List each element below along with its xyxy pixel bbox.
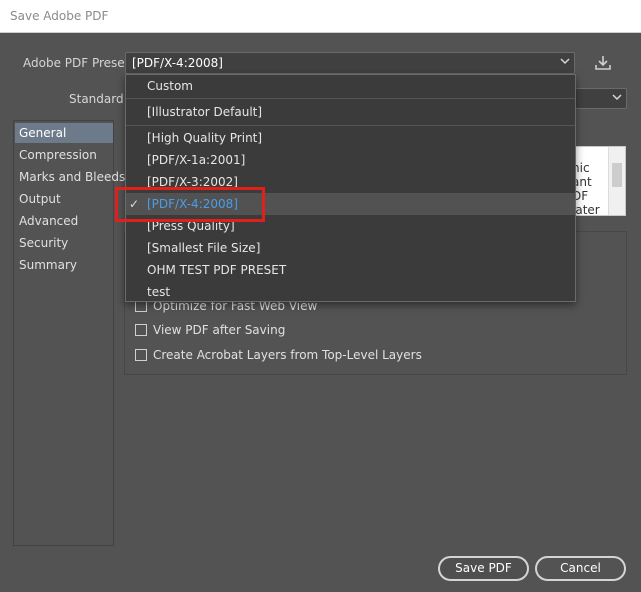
sidebar-item-summary[interactable]: Summary	[15, 255, 113, 275]
sidebar-item-security[interactable]: Security	[15, 233, 113, 253]
option-create-acrobat-layers[interactable]: Create Acrobat Layers from Top-Level Lay…	[135, 347, 422, 363]
dropdown-item[interactable]: [High Quality Print]	[126, 127, 575, 149]
sidebar-item-advanced[interactable]: Advanced	[15, 211, 113, 231]
view-pdf-checkbox[interactable]	[135, 323, 147, 336]
chevron-down-icon	[612, 92, 622, 105]
sidebar-item-compression[interactable]: Compression	[15, 145, 113, 165]
description-text: hic ant DF later	[572, 161, 600, 216]
standard-select[interactable]	[575, 88, 627, 109]
sidebar-item-marks-and-bleeds[interactable]: Marks and Bleeds	[15, 167, 125, 187]
dropdown-item[interactable]: test	[126, 281, 575, 303]
dropdown-item[interactable]: [Illustrator Default]	[126, 101, 575, 123]
preset-label: Adobe PDF Preset:	[23, 56, 134, 70]
dropdown-separator	[126, 98, 575, 99]
window-title: Save Adobe PDF	[10, 9, 109, 23]
save-pdf-button[interactable]: Save PDF	[438, 556, 529, 581]
dropdown-item[interactable]: [PDF/X-1a:2001]	[126, 149, 575, 171]
dropdown-item[interactable]: Custom	[126, 75, 575, 97]
description-scrollbar[interactable]	[608, 147, 625, 215]
option-label: Create Acrobat Layers from Top-Level Lay…	[153, 348, 422, 362]
preset-value: [PDF/X-4:2008]	[132, 56, 223, 70]
highlight-annotation	[115, 187, 265, 222]
acrobat-layers-checkbox[interactable]	[135, 348, 147, 361]
dropdown-item[interactable]: OHM TEST PDF PRESET	[126, 259, 575, 281]
preset-select[interactable]: [PDF/X-4:2008]	[125, 52, 575, 74]
chevron-down-icon	[560, 56, 570, 69]
option-label: View PDF after Saving	[153, 323, 286, 337]
title-bar: Save Adobe PDF	[0, 0, 641, 33]
dropdown-separator	[126, 125, 575, 126]
cancel-button[interactable]: Cancel	[535, 556, 626, 581]
sidebar: General Compression Marks and Bleeds Out…	[13, 120, 125, 546]
option-view-pdf-after-saving[interactable]: View PDF after Saving	[135, 322, 285, 338]
download-icon[interactable]	[593, 54, 613, 72]
dropdown-item[interactable]: [Smallest File Size]	[126, 237, 575, 259]
standard-label: Standard:	[69, 92, 128, 106]
scrollbar-thumb[interactable]	[612, 163, 622, 187]
sidebar-item-output[interactable]: Output	[15, 189, 113, 209]
sidebar-item-general[interactable]: General	[15, 123, 113, 143]
